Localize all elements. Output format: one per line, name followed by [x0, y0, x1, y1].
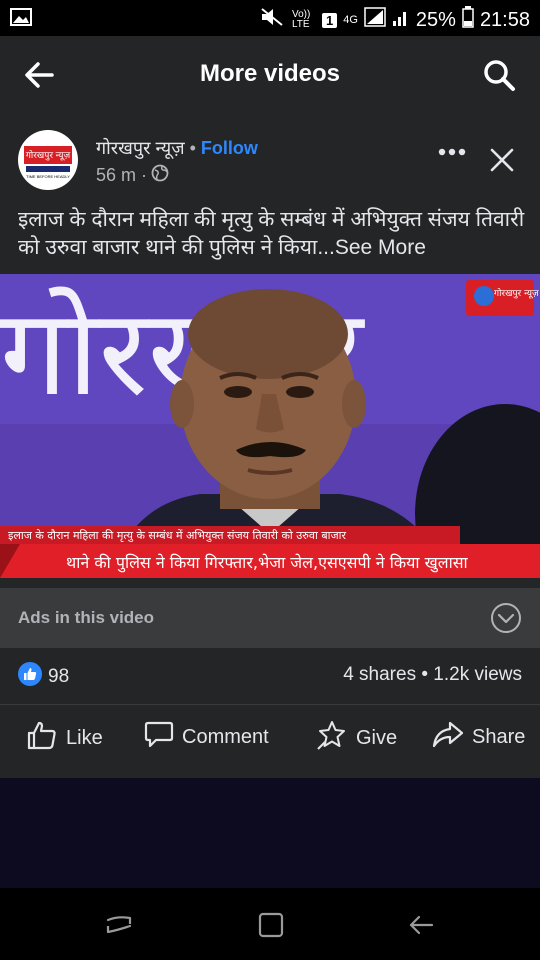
share-button[interactable]: Share [432, 719, 525, 755]
views-count: 1.2k views [433, 664, 522, 685]
home-icon[interactable] [256, 910, 286, 945]
see-more-link[interactable]: See More [335, 236, 426, 259]
video-logo-text: गोरखपुर न्यूज़ [494, 287, 539, 299]
caption-text: इलाज के दौरान महिला की मृत्यु के सम्बंध … [18, 208, 525, 259]
reactions-summary[interactable]: 98 [18, 662, 69, 692]
avatar[interactable]: गोरखपुर न्यूज़ TIME BEFORE HEADLY [18, 130, 78, 190]
signal-icon-2 [392, 7, 410, 33]
comment-button[interactable]: Comment [144, 719, 269, 755]
follow-button[interactable]: Follow [201, 138, 258, 158]
search-icon[interactable] [482, 58, 516, 97]
action-bar: Like Comment Give Share [0, 704, 540, 769]
battery-percent: 25% [415, 8, 456, 31]
video-post: गोरखपुर न्यूज़ TIME BEFORE HEADLY गोरखपु… [0, 114, 540, 778]
page-title: More videos [199, 60, 341, 87]
battery-icon [462, 6, 474, 34]
comment-icon [144, 719, 174, 755]
like-button[interactable]: Like [26, 719, 103, 757]
network-label: 4G [343, 14, 358, 26]
back-nav-icon[interactable] [406, 910, 436, 945]
separator-dot: • [189, 138, 196, 158]
app-bar: More videos [0, 36, 540, 114]
signal-icon [364, 7, 386, 33]
avatar-logo: गोरखपुर न्यूज़ [24, 146, 72, 164]
likes-count: 98 [48, 666, 70, 687]
like-reaction-icon [18, 662, 42, 692]
next-video-preview[interactable] [0, 778, 540, 888]
ads-row[interactable]: Ads in this video [0, 588, 540, 648]
system-nav-bar [0, 888, 540, 960]
status-bar: Vo)) LTE 1 4G 25% 21:58 [0, 0, 540, 36]
post-caption: इलाज के दौरान महिला की मृत्यु के सम्बंध … [18, 206, 528, 262]
star-gift-icon [316, 719, 348, 757]
gallery-icon [10, 8, 32, 31]
engagement-stats: 98 4 shares • 1.2k views [0, 648, 540, 704]
chevron-down-icon[interactable] [490, 602, 522, 639]
video-player[interactable]: गोरखपुर गोरखपुर न्यूज़ इलाज के दौरान महि… [0, 274, 540, 578]
more-options-icon[interactable] [438, 144, 466, 162]
thumbs-up-icon [26, 719, 58, 757]
globe-icon [151, 164, 169, 187]
close-icon[interactable] [490, 148, 514, 177]
banner-line-2: थाने की पुलिस ने किया गिरफ्तार,भेजा जेल,… [66, 553, 469, 573]
volte-label: Vo)) LTE [291, 9, 311, 30]
share-label: Share [472, 725, 526, 748]
share-arrow-icon [432, 719, 464, 755]
like-label: Like [66, 726, 103, 749]
mute-icon [260, 7, 286, 33]
sim-badge: 1 [321, 12, 338, 28]
give-button[interactable]: Give [316, 719, 397, 757]
stats-separator: • [421, 664, 429, 685]
avatar-tagline: TIME BEFORE HEADLY [26, 174, 70, 179]
avatar-logo-strip [26, 166, 70, 172]
post-time: 56 m · [96, 165, 148, 185]
recent-apps-icon[interactable] [104, 910, 134, 945]
clock: 21:58 [479, 8, 530, 31]
video-frame: गोरखपुर गोरखपुर न्यूज़ इलाज के दौरान महि… [0, 274, 540, 578]
shares-count[interactable]: 4 shares [343, 664, 416, 685]
give-label: Give [356, 726, 398, 749]
banner-line-1: इलाज के दौरान महिला की मृत्यु के सम्बंध … [8, 529, 346, 542]
ads-label: Ads in this video [18, 608, 155, 627]
comment-label: Comment [182, 725, 269, 748]
page-name-link[interactable]: गोरखपुर न्यूज़ [96, 138, 185, 158]
